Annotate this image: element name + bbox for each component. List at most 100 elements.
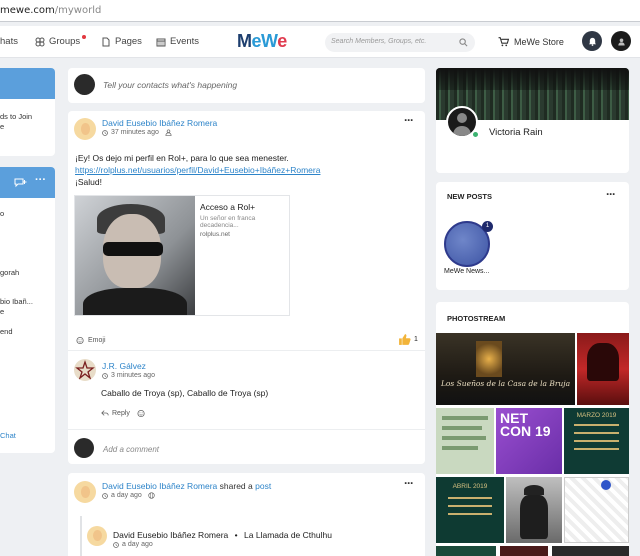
post-author-avatar[interactable] [74, 118, 96, 140]
store-link[interactable]: MeWe Store [498, 36, 564, 47]
photo-caption-4: ABRIL 2019 [452, 483, 488, 490]
profile-avatar-button[interactable] [611, 31, 631, 51]
contact-item-4[interactable]: e [0, 307, 4, 316]
photo-thumbnail[interactable]: NET CON 19 [496, 408, 562, 474]
new-posts-card: NEW POSTS ··· 1 MeWe News... [436, 182, 629, 290]
open-chat-link[interactable]: Chat [0, 431, 16, 440]
reply-button[interactable]: Reply [101, 409, 130, 417]
composer-avatar [74, 74, 95, 95]
inner-post-separator: • [234, 530, 238, 540]
photo-caption-3: MARZO 2019 [576, 412, 617, 419]
browser-url-bar[interactable]: mewe.com/myworld [0, 0, 640, 22]
calendar-icon [156, 38, 166, 46]
online-status-dot [472, 131, 479, 138]
clock-icon [102, 129, 108, 136]
photo-thumbnail[interactable] [552, 546, 629, 556]
inner-post-target[interactable]: La Llamada de Cthulhu [244, 530, 332, 540]
post-more-icon[interactable]: ··· [404, 113, 414, 127]
top-navigation: hats Groups Pages Events MeWe Search Mem… [0, 26, 640, 58]
left-contacts-card: ··· o gorah bio Ibañ... e end Chat [0, 167, 55, 453]
photo-thumbnail[interactable]: MARZO 2019 [564, 408, 629, 474]
clock-icon [102, 372, 108, 379]
star-emblem-icon [75, 359, 95, 380]
like-reaction[interactable]: 1 [398, 333, 418, 346]
post-link[interactable]: https://rolplus.net/usuarios/perfil/Davi… [75, 164, 320, 177]
photostream-card: PHOTOSTREAM Los Sueños de la Casa de la … [436, 302, 629, 556]
thumbs-up-icon [399, 334, 411, 345]
search-placeholder: Search Members, Groups, etc. [331, 38, 427, 45]
search-input[interactable]: Search Members, Groups, etc. [325, 33, 475, 52]
inner-post-time: a day ago [122, 541, 153, 548]
user-silhouette-icon [617, 37, 625, 46]
photo-thumbnail[interactable]: ABRIL 2019 [436, 477, 504, 543]
logo-letter-e2: e [277, 31, 287, 51]
post-author-name[interactable]: David Eusebio Ibáñez Romera [102, 118, 217, 128]
add-comment-input[interactable]: Add a comment [103, 445, 159, 454]
link-preview-domain: rolplus.net [200, 231, 230, 238]
left-card-text-2: e [0, 122, 5, 131]
new-posts-more-icon[interactable]: ··· [606, 187, 616, 201]
cart-icon [498, 37, 509, 47]
contact-item-2[interactable]: gorah [0, 268, 19, 277]
new-posts-badge: 1 [482, 221, 493, 232]
photo-thumbnail[interactable] [500, 546, 548, 556]
photo-thumbnail[interactable]: Los Sueños de la Casa de la Bruja [436, 333, 575, 405]
contact-item-1[interactable]: o [0, 209, 4, 218]
inner-post-author[interactable]: David Eusebio Ibáñez Romera [113, 530, 228, 540]
mewe-news-label[interactable]: MeWe News... [444, 268, 489, 275]
post-composer[interactable]: Tell your contacts what's happening [68, 68, 425, 103]
bell-icon [588, 37, 596, 46]
notifications-button[interactable] [582, 31, 602, 51]
left-card-header [0, 68, 55, 99]
shared-post-author-name[interactable]: David Eusebio Ibáñez Romera [102, 481, 217, 491]
shared-post-link[interactable]: post [255, 481, 271, 491]
profile-card: Victoria Rain ✻ ☕ ■ ♪ ▣ ● [436, 68, 629, 173]
photo-thumbnail[interactable] [577, 333, 629, 405]
nav-groups-label: Groups [49, 35, 87, 47]
nav-events[interactable]: Events [156, 36, 199, 47]
link-preview-card[interactable]: Acceso a Rol+ Un señor en franca decaden… [74, 195, 290, 316]
audience-person-icon[interactable] [165, 129, 172, 136]
post-divider [68, 350, 425, 351]
link-preview-desc: Un señor en franca decadencia... [200, 215, 256, 229]
photo-thumbnail[interactable] [506, 477, 562, 543]
contact-item-3[interactable]: bio Ibañ... [0, 297, 33, 306]
nav-pages[interactable]: Pages [101, 36, 142, 47]
new-posts-title: NEW POSTS [447, 192, 493, 201]
inner-post-avatar[interactable] [87, 526, 107, 546]
nav-groups[interactable]: Groups [35, 35, 87, 47]
left-contacts-more-icon[interactable]: ··· [35, 174, 46, 186]
profile-name[interactable]: Victoria Rain [489, 127, 543, 138]
nav-chats-label: hats [0, 36, 18, 47]
url-text[interactable]: mewe.com/myworld [0, 5, 101, 16]
nav-chats[interactable]: hats [0, 36, 18, 47]
clock-icon [113, 541, 119, 548]
left-invite-card: ds to Join e [0, 68, 55, 156]
contact-item-5[interactable]: end [0, 327, 13, 336]
like-count: 1 [414, 336, 418, 343]
shared-post-author-avatar[interactable] [74, 481, 96, 503]
shared-post-more-icon[interactable]: ··· [404, 476, 414, 490]
shared-text: shared a [219, 481, 253, 491]
shared-post-card: David Eusebio Ibáñez Romera shared a pos… [68, 473, 425, 556]
search-icon[interactable] [459, 38, 468, 47]
comment-author-avatar[interactable] [74, 359, 96, 381]
post-text-line1: ¡Ey! Os dejo mi perfil en Rol+, para lo … [75, 153, 289, 163]
photo-thumbnail[interactable] [436, 408, 494, 474]
globe-icon[interactable] [148, 492, 155, 499]
post-time: 37 minutes ago [111, 129, 159, 136]
comment-time: 3 minutes ago [111, 372, 155, 379]
chat-bubble-plus-icon[interactable] [14, 178, 27, 188]
nav-pages-label: Pages [115, 36, 142, 47]
photo-thumbnail[interactable] [436, 546, 496, 556]
logo-letter-w: W [261, 31, 278, 51]
reply-label: Reply [112, 409, 130, 417]
photo-thumbnail[interactable] [564, 477, 629, 543]
groups-notification-dot [82, 35, 87, 39]
comment-text: Caballo de Troya (sp), Caballo de Troya … [101, 388, 269, 398]
emoji-button[interactable]: Emoji [76, 336, 106, 345]
composer-placeholder: Tell your contacts what's happening [103, 80, 238, 90]
mewe-logo[interactable]: MeWe [237, 31, 287, 52]
comment-emoji-button[interactable] [137, 409, 146, 418]
comment-author-name[interactable]: J.R. Gálvez [102, 361, 146, 371]
